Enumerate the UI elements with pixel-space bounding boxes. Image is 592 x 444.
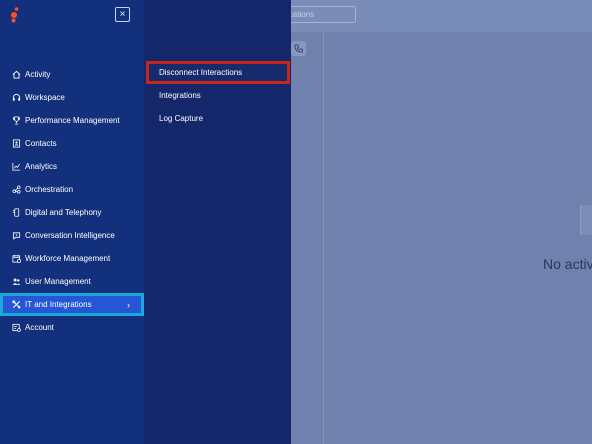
close-menu-button[interactable]: × — [115, 7, 130, 22]
calendar-icon — [12, 254, 21, 263]
nav-item-label: IT and Integrations — [25, 300, 92, 309]
flow-icon — [12, 185, 21, 194]
nav-item-label: Workforce Management — [25, 254, 111, 263]
submenu-it-and-integrations: Disconnect Interactions Integrations Log… — [144, 0, 291, 444]
tools-icon — [12, 300, 21, 309]
nav-item-activity[interactable]: Activity — [0, 63, 144, 86]
nav-item-user-management[interactable]: User Management — [0, 270, 144, 293]
background-side-panel — [580, 205, 592, 235]
chevron-right-icon: › — [127, 299, 130, 310]
phone-device-icon — [12, 208, 21, 217]
background-divider — [323, 32, 324, 444]
headset-icon — [12, 93, 21, 102]
nav-item-label: Workspace — [25, 93, 65, 102]
nav-item-label: Performance Management — [25, 116, 120, 125]
line-chart-icon — [12, 162, 21, 171]
phone-icon — [291, 41, 306, 56]
nav-item-label: Digital and Telephony — [25, 208, 102, 217]
home-icon — [12, 70, 21, 79]
contact-card-icon — [12, 139, 21, 148]
nav-item-analytics[interactable]: Analytics — [0, 155, 144, 178]
nav-item-label: Contacts — [25, 139, 57, 148]
nav-item-workspace[interactable]: Workspace — [0, 86, 144, 109]
speech-sparkle-icon — [12, 231, 21, 240]
main-nav: × Activity Workspace Performance Managem… — [0, 0, 144, 444]
submenu-item-disconnect-interactions[interactable]: Disconnect Interactions — [146, 61, 290, 84]
submenu-item-log-capture[interactable]: Log Capture — [144, 107, 291, 130]
empty-state-text: No active — [543, 256, 592, 272]
nav-item-performance-management[interactable]: Performance Management — [0, 109, 144, 132]
nav-list: Activity Workspace Performance Managemen… — [0, 63, 144, 339]
nav-item-contacts[interactable]: Contacts — [0, 132, 144, 155]
nav-item-label: Activity — [25, 70, 51, 79]
nav-item-label: Account — [25, 323, 54, 332]
nav-item-account[interactable]: Account — [0, 316, 144, 339]
nav-item-digital-and-telephony[interactable]: Digital and Telephony — [0, 201, 144, 224]
nav-item-label: User Management — [25, 277, 91, 286]
account-icon — [12, 323, 21, 332]
nav-item-workforce-management[interactable]: Workforce Management — [0, 247, 144, 270]
nav-item-conversation-intelligence[interactable]: Conversation Intelligence — [0, 224, 144, 247]
nav-item-orchestration[interactable]: Orchestration — [0, 178, 144, 201]
users-icon — [12, 277, 21, 286]
nav-item-label: Analytics — [25, 162, 58, 171]
nav-item-label: Conversation Intelligence — [25, 231, 115, 240]
nav-item-it-and-integrations[interactable]: IT and Integrations › — [0, 293, 144, 316]
brand-logo — [11, 7, 19, 23]
trophy-icon — [12, 116, 21, 125]
nav-item-label: Orchestration — [25, 185, 74, 194]
submenu-item-integrations[interactable]: Integrations — [144, 84, 291, 107]
